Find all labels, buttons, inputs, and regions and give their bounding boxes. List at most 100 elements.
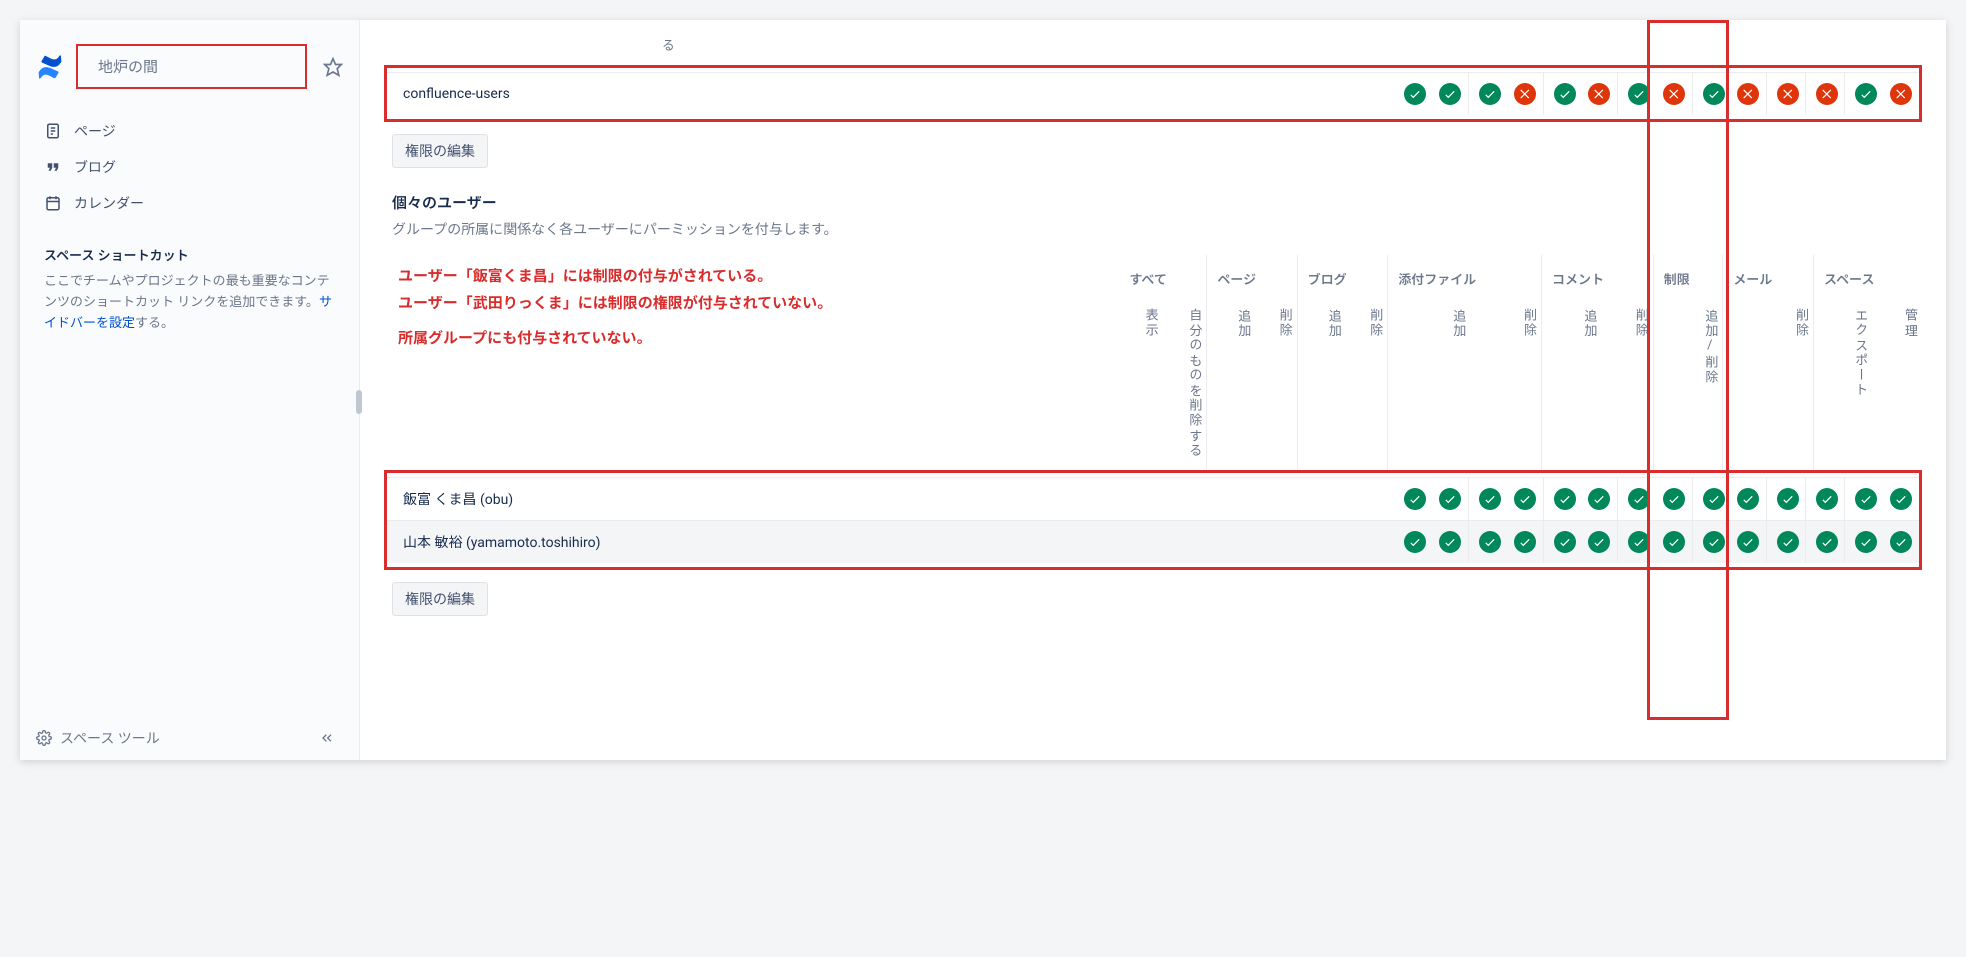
- cat-page: ページ: [1207, 255, 1297, 296]
- cross-icon: [1816, 83, 1838, 105]
- perm-cell: [1582, 521, 1618, 564]
- nav-blog[interactable]: ブログ: [28, 149, 351, 185]
- space-tools-link[interactable]: スペース ツール: [36, 728, 160, 748]
- users-section-desc: グループの所属に関係なく各ユーザーにパーミッションを付与します。: [392, 219, 1922, 239]
- check-icon: [1588, 531, 1610, 553]
- space-name[interactable]: 地炉の間: [76, 44, 307, 89]
- users-section-title: 個々のユーザー: [392, 192, 1922, 213]
- row-name: 飯富 くま昌 (obu): [387, 478, 1397, 521]
- edit-permissions-button-groups[interactable]: 権限の編集: [392, 134, 488, 168]
- perm-cell: [1806, 73, 1845, 116]
- check-icon: [1777, 531, 1799, 553]
- perm-cell: [1692, 478, 1731, 521]
- check-icon: [1737, 488, 1759, 510]
- sub-header-add-8: 追加: [1542, 296, 1602, 470]
- users-rows: 飯富 くま昌 (obu)山本 敏裕 (yamamoto.toshihiro): [387, 477, 1919, 563]
- perm-cell: [1507, 521, 1543, 564]
- edit-permissions-button-users[interactable]: 権限の編集: [392, 582, 488, 616]
- check-icon: [1439, 531, 1461, 553]
- perm-cell: [1731, 73, 1767, 116]
- row-name: confluence-users: [387, 73, 1397, 116]
- cat-space: スペース: [1814, 255, 1922, 296]
- sub-header-admin-13: 管理: [1872, 296, 1922, 470]
- check-icon: [1855, 83, 1877, 105]
- table-row: 飯富 くま昌 (obu): [387, 478, 1919, 521]
- sub-header-view-0: 表示: [1119, 296, 1162, 470]
- calendar-icon: [44, 194, 62, 212]
- perm-cell: [1845, 478, 1884, 521]
- table-row: confluence-users: [387, 73, 1919, 116]
- perm-cell: [1543, 478, 1582, 521]
- groups-rows: confluence-users: [387, 72, 1919, 115]
- check-icon: [1439, 83, 1461, 105]
- shortcuts-prefix: ここでチームやプロジェクトの最も重要なコンテンツのショートカット リンクを追加で…: [44, 274, 330, 310]
- perm-cell: [1507, 478, 1543, 521]
- sub-header-delete-7: 削除: [1470, 296, 1541, 470]
- perm-cell: [1433, 521, 1469, 564]
- perm-cell: [1397, 73, 1433, 116]
- check-icon: [1479, 83, 1501, 105]
- perm-cell: [1582, 73, 1618, 116]
- check-icon: [1554, 531, 1576, 553]
- check-icon: [1554, 83, 1576, 105]
- shortcuts-title: スペース ショートカット: [44, 245, 335, 264]
- perm-cell: [1397, 478, 1433, 521]
- check-icon: [1588, 488, 1610, 510]
- perm-cell: [1845, 73, 1884, 116]
- perm-cell: [1656, 521, 1692, 564]
- check-icon: [1855, 488, 1877, 510]
- annotation-line-1: ユーザー「飯富くま昌」には制限の付与がされている。: [398, 267, 772, 285]
- row-name: 山本 敏裕 (yamamoto.toshihiro): [387, 521, 1397, 564]
- perm-cell: [1883, 478, 1919, 521]
- nav-blog-label: ブログ: [74, 157, 116, 177]
- cat-attach: 添付ファイル: [1388, 255, 1542, 296]
- annotation-text: ユーザー「飯富くま昌」には制限の付与がされている。 ユーザー「武田りっくま」には…: [390, 263, 910, 352]
- annotation-users-box: 飯富 くま昌 (obu)山本 敏裕 (yamamoto.toshihiro): [384, 470, 1922, 570]
- perm-cell: [1618, 73, 1657, 116]
- check-icon: [1703, 83, 1725, 105]
- check-icon: [1663, 531, 1685, 553]
- check-icon: [1479, 488, 1501, 510]
- perm-cell: [1883, 521, 1919, 564]
- perm-cell: [1507, 73, 1543, 116]
- check-icon: [1404, 531, 1426, 553]
- shortcuts-suffix: する。: [135, 316, 174, 331]
- perm-cell: [1656, 73, 1692, 116]
- users-permissions-table: ユーザー「飯富くま昌」には制限の付与がされている。 ユーザー「武田りっくま」には…: [384, 255, 1922, 470]
- cross-icon: [1737, 83, 1759, 105]
- check-icon: [1479, 531, 1501, 553]
- check-icon: [1554, 488, 1576, 510]
- sub-header-delete-3: 削除: [1255, 296, 1297, 470]
- collapse-icon[interactable]: [319, 730, 335, 746]
- cross-icon: [1514, 83, 1536, 105]
- check-icon: [1404, 83, 1426, 105]
- check-icon: [1628, 488, 1650, 510]
- table-row: 山本 敏裕 (yamamoto.toshihiro): [387, 521, 1919, 564]
- check-icon: [1703, 531, 1725, 553]
- check-icon: [1439, 488, 1461, 510]
- check-icon: [1890, 488, 1912, 510]
- annotation-line-2: ユーザー「武田りっくま」には制限の権限が付与されていない。: [398, 294, 832, 312]
- perm-cell: [1433, 73, 1469, 116]
- perm-cell: [1767, 73, 1806, 116]
- cat-blog: ブログ: [1297, 255, 1388, 296]
- nav-pages[interactable]: ページ: [28, 113, 351, 149]
- perm-cell: [1806, 478, 1845, 521]
- check-icon: [1628, 531, 1650, 553]
- nav-calendar[interactable]: カレンダー: [28, 185, 351, 221]
- star-icon[interactable]: [323, 57, 343, 77]
- sub-header-delete-9: 削除: [1601, 296, 1653, 470]
- perm-cell: [1397, 521, 1433, 564]
- perm-cell: [1656, 478, 1692, 521]
- shortcuts-text: ここでチームやプロジェクトの最も重要なコンテンツのショートカット リンクを追加で…: [44, 272, 335, 334]
- cross-icon: [1663, 83, 1685, 105]
- perm-cell: [1767, 521, 1806, 564]
- perm-cell: [1543, 521, 1582, 564]
- perm-cell: [1582, 478, 1618, 521]
- check-icon: [1737, 531, 1759, 553]
- group-header-tail: る: [480, 26, 679, 65]
- sub-header-add-4: 追加: [1297, 296, 1346, 470]
- cat-mail: メール: [1723, 255, 1814, 296]
- sub-header-export-12: エクスポート: [1814, 296, 1873, 470]
- cross-icon: [1588, 83, 1610, 105]
